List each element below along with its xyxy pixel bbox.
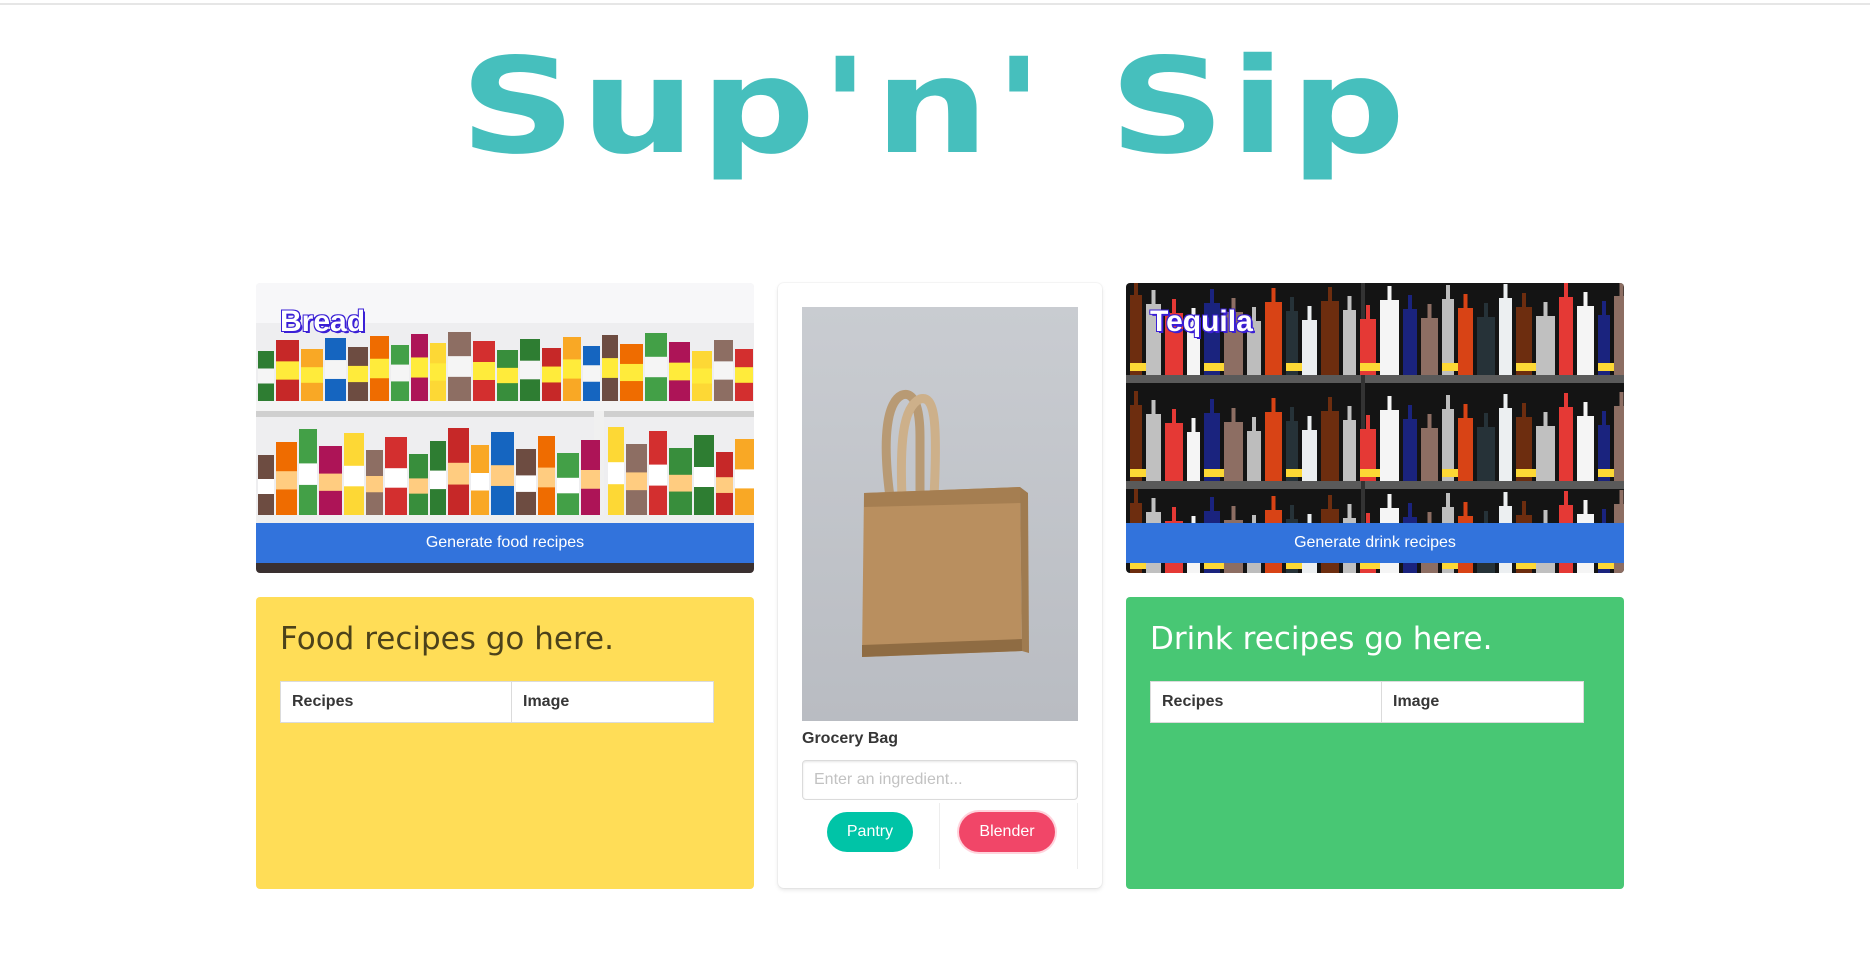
drink-ingredient-name: Tequila xyxy=(1150,305,1253,338)
grocery-bag-card: Grocery Bag Pantry Blender xyxy=(778,283,1102,888)
grocery-bag-image xyxy=(802,307,1078,721)
food-recipes-panel: Food recipes go here. Recipes Image xyxy=(256,597,754,889)
drink-recipes-heading: Drink recipes go here. xyxy=(1150,621,1493,657)
generate-food-button[interactable]: Generate food recipes xyxy=(256,523,754,563)
grocery-bag-label: Grocery Bag xyxy=(802,730,899,747)
food-recipes-table: Recipes Image xyxy=(280,681,714,723)
drink-recipes-panel: Drink recipes go here. Recipes Image xyxy=(1126,597,1624,889)
ingredient-input[interactable] xyxy=(802,760,1078,800)
drink-recipes-table: Recipes Image xyxy=(1150,681,1584,723)
food-table-header-recipes: Recipes xyxy=(280,681,512,723)
food-ingredient-name: Bread xyxy=(280,305,366,338)
food-recipes-heading: Food recipes go here. xyxy=(280,621,614,657)
button-divider-right xyxy=(1077,803,1078,869)
drink-ingredient-card: Tequila Generate drink recipes xyxy=(1126,283,1624,573)
site-title: Sup'n' Sip xyxy=(459,30,1411,184)
food-ingredient-card: Bread Generate food recipes xyxy=(256,283,754,573)
top-border xyxy=(0,3,1870,5)
generate-drink-button[interactable]: Generate drink recipes xyxy=(1126,523,1624,563)
pantry-button[interactable]: Pantry xyxy=(827,812,913,852)
blender-button[interactable]: Blender xyxy=(959,812,1055,852)
food-table-header-image: Image xyxy=(511,681,714,723)
drink-table-header-image: Image xyxy=(1381,681,1584,723)
button-divider xyxy=(939,803,940,869)
drink-table-header-recipes: Recipes xyxy=(1150,681,1382,723)
